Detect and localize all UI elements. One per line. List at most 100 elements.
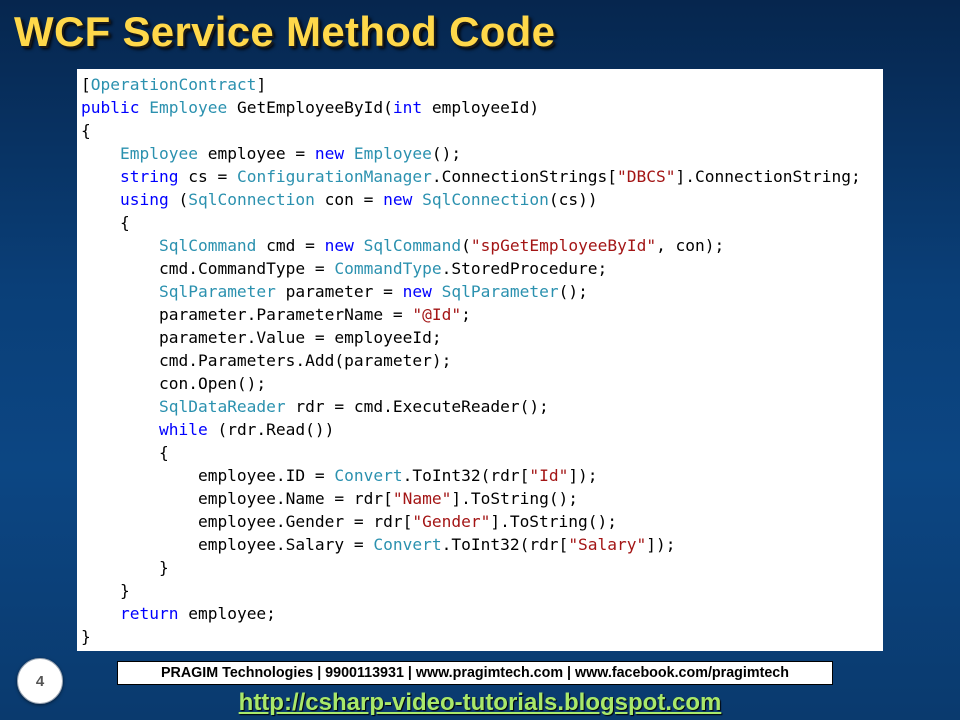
code-text: , con); xyxy=(656,236,725,255)
code-text: cmd.CommandType = xyxy=(81,259,335,278)
code-string: "@Id" xyxy=(412,305,462,324)
code-type: ConfigurationManager xyxy=(236,167,432,186)
code-string: "Name" xyxy=(392,489,452,508)
code-text: ( xyxy=(168,190,189,209)
code-line: return employee; xyxy=(81,602,883,625)
code-text: (); xyxy=(431,144,462,163)
code-text: .ConnectionStrings[ xyxy=(431,167,618,186)
code-text: ; xyxy=(461,305,471,324)
code-line: string cs = ConfigurationManager.Connect… xyxy=(81,165,883,188)
code-type: SqlParameter xyxy=(158,282,276,301)
code-type: CommandType xyxy=(334,259,442,278)
code-string: "Salary" xyxy=(568,535,647,554)
code-line: employee.Name = rdr["Name"].ToString(); xyxy=(81,487,883,510)
code-text: } xyxy=(81,627,91,646)
code-text: employee.Gender = rdr[ xyxy=(81,512,413,531)
code-line: } xyxy=(81,556,883,579)
code-string: "Id" xyxy=(529,466,569,485)
code-line: employee.Salary = Convert.ToInt32(rdr["S… xyxy=(81,533,883,556)
code-text: (cs)) xyxy=(548,190,598,209)
code-line: } xyxy=(81,625,883,648)
code-type: SqlCommand xyxy=(158,236,257,255)
code-text: employeeId) xyxy=(422,98,540,117)
code-line: using (SqlConnection con = new SqlConnec… xyxy=(81,188,883,211)
code-line: cmd.CommandType = CommandType.StoredProc… xyxy=(81,257,883,280)
code-text: ].ToString(); xyxy=(490,512,618,531)
blog-link[interactable]: http://csharp-video-tutorials.blogspot.c… xyxy=(0,689,960,717)
code-text: } xyxy=(81,558,169,577)
code-keyword: new xyxy=(402,282,432,301)
code-type: SqlConnection xyxy=(188,190,315,209)
code-text: (rdr.Read()) xyxy=(207,420,335,439)
code-line: { xyxy=(81,211,883,234)
code-type: Employee xyxy=(149,98,228,117)
code-text: con.Open(); xyxy=(81,374,267,393)
code-type: Convert xyxy=(373,535,442,554)
code-keyword: public xyxy=(81,98,140,117)
code-text: ].ConnectionString; xyxy=(675,167,861,186)
code-type: SqlParameter xyxy=(441,282,559,301)
code-text: employee = xyxy=(197,144,315,163)
code-text: cmd = xyxy=(256,236,325,255)
code-text: employee.Salary = xyxy=(81,535,374,554)
code-line: parameter.Value = employeeId; xyxy=(81,326,883,349)
code-text: parameter.ParameterName = xyxy=(81,305,413,324)
code-text: .StoredProcedure; xyxy=(441,259,608,278)
code-text: } xyxy=(81,581,130,600)
code-line: } xyxy=(81,579,883,602)
code-type: Employee xyxy=(353,144,432,163)
code-keyword: new xyxy=(383,190,413,209)
code-text: ( xyxy=(461,236,471,255)
code-type: SqlDataReader xyxy=(158,397,286,416)
code-type: OperationContract xyxy=(90,75,257,94)
code-string: "DBCS" xyxy=(617,167,676,186)
code-keyword: new xyxy=(324,236,354,255)
code-line: cmd.Parameters.Add(parameter); xyxy=(81,349,883,372)
code-string: "Gender" xyxy=(412,512,491,531)
code-line: { xyxy=(81,119,883,142)
code-line: SqlDataReader rdr = cmd.ExecuteReader(); xyxy=(81,395,883,418)
code-line: SqlCommand cmd = new SqlCommand("spGetEm… xyxy=(81,234,883,257)
code-text: ]); xyxy=(646,535,676,554)
code-line: employee.ID = Convert.ToInt32(rdr["Id"])… xyxy=(81,464,883,487)
code-keyword: return xyxy=(119,604,179,623)
code-text: { xyxy=(81,443,169,462)
code-text: cs = xyxy=(178,167,237,186)
footer-contact-bar: PRAGIM Technologies | 9900113931 | www.p… xyxy=(117,661,833,685)
code-text: (); xyxy=(558,282,588,301)
code-type: Employee xyxy=(119,144,198,163)
slide-title: WCF Service Method Code xyxy=(14,8,556,55)
code-text: parameter = xyxy=(275,282,403,301)
code-keyword: new xyxy=(314,144,345,163)
code-text: employee.ID = xyxy=(81,466,335,485)
code-line: while (rdr.Read()) xyxy=(81,418,883,441)
code-text: { xyxy=(81,121,91,140)
code-text: employee.Name = rdr[ xyxy=(81,489,393,508)
code-text: .ToInt32(rdr[ xyxy=(441,535,569,554)
code-line: Employee employee = new Employee(); xyxy=(81,142,883,165)
code-type: SqlConnection xyxy=(422,190,549,209)
code-text: ].ToString(); xyxy=(451,489,579,508)
code-text: ]); xyxy=(568,466,598,485)
code-keyword: int xyxy=(392,98,423,117)
code-text: ] xyxy=(256,75,267,94)
code-text: employee; xyxy=(178,604,276,623)
code-text: .ToInt32(rdr[ xyxy=(402,466,530,485)
code-keyword: using xyxy=(119,190,169,209)
code-line: SqlParameter parameter = new SqlParamete… xyxy=(81,280,883,303)
code-keyword: while xyxy=(158,420,208,439)
code-line: [OperationContract] xyxy=(81,73,883,96)
code-text: rdr = cmd.ExecuteReader(); xyxy=(285,397,549,416)
code-text: cmd.Parameters.Add(parameter); xyxy=(81,351,452,370)
code-line: parameter.ParameterName = "@Id"; xyxy=(81,303,883,326)
code-line: employee.Gender = rdr["Gender"].ToString… xyxy=(81,510,883,533)
